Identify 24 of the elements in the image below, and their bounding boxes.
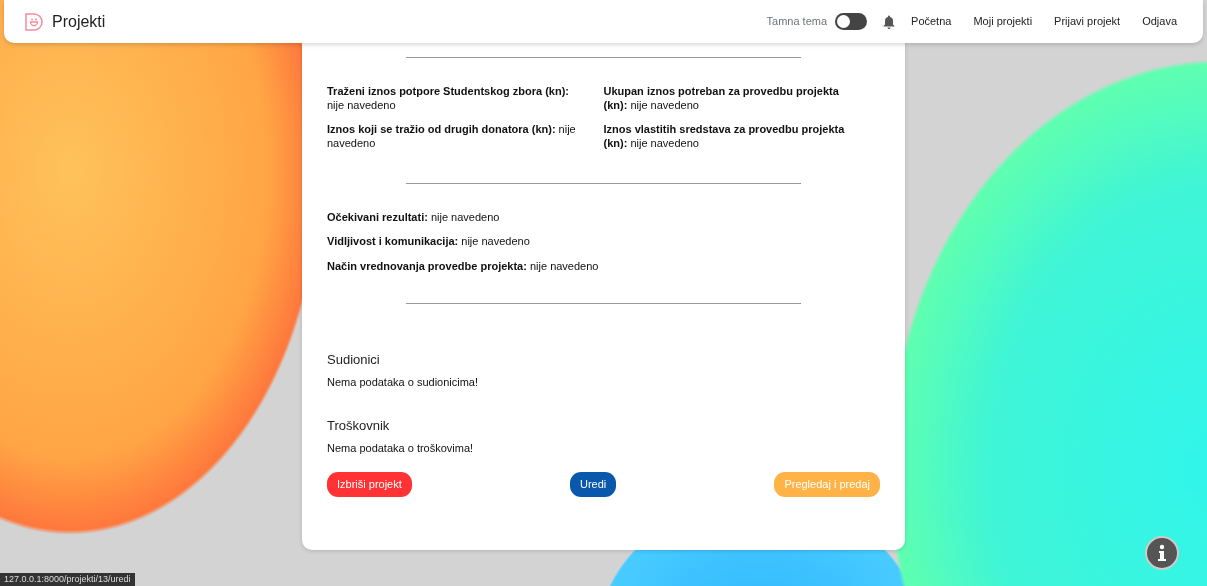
brand-title: Projekti	[52, 11, 106, 32]
status-url-tooltip: 127.0.0.1:8000/projekti/13/uredi	[0, 573, 135, 586]
action-button[interactable]: Uredi	[569, 472, 617, 497]
theme-toggle-label: Tamna tema	[766, 14, 828, 30]
action-button[interactable]: Izbriši projekt	[327, 472, 412, 497]
section-heading: Sudionici	[327, 351, 381, 370]
field-text: Očekivani rezultati: nije navedeno	[327, 210, 501, 225]
section-heading: Troškovnik	[327, 417, 391, 436]
field-text: Vidljivost i komunikacija: nije navedeno	[327, 234, 531, 249]
bell-icon[interactable]	[883, 14, 896, 29]
nav-link[interactable]: Odjava	[1142, 13, 1177, 30]
nav-link[interactable]: Prijavi projekt	[1054, 13, 1121, 30]
field-text: Traženi iznos potpore Studentskog zbora (kn): nije navedeno	[327, 84, 570, 113]
field-text: Ukupan iznos potreban za provedbu projekta (kn): nije navedeno	[603, 84, 840, 113]
section-text: Nema podataka o sudionicima!	[327, 374, 480, 390]
nav-link[interactable]: Moji projekti	[973, 13, 1033, 30]
nav-link[interactable]: Početna	[911, 13, 952, 30]
smiley-logo-icon	[24, 11, 44, 32]
theme-toggle[interactable]	[835, 13, 868, 30]
section-text: Nema podataka o troškovima!	[327, 440, 475, 456]
field-text: Način vrednovanja provedbe projekta: nije navedeno	[327, 258, 600, 274]
field-text: Iznos vlastitih sredstava za provedbu projekta (kn): nije navedeno	[603, 121, 846, 151]
info-icon	[1156, 544, 1168, 562]
field-text: Iznos koji se tražio od drugih donatora (kn): nije navedeno	[327, 121, 577, 151]
